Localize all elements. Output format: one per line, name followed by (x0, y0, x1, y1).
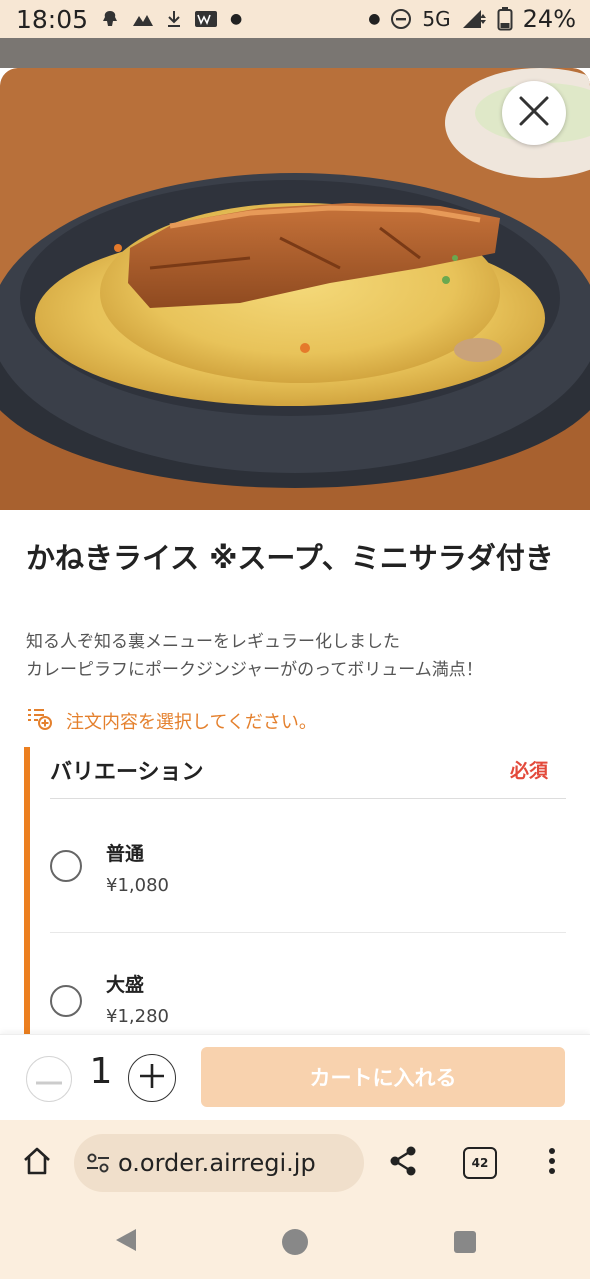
variation-option[interactable]: 普通 ¥1,080 (50, 799, 566, 933)
home-icon (22, 1146, 52, 1180)
option-radio[interactable] (50, 849, 82, 882)
status-bar: 18:05 ● ● 5G 24% (0, 0, 590, 38)
battery-percent: 24% (522, 5, 576, 33)
minus-icon (36, 1070, 62, 1089)
dot-icon: ● (368, 11, 381, 27)
download-icon (166, 10, 182, 28)
mountain-icon (132, 11, 154, 27)
tab-switcher-button[interactable]: 42 (463, 1147, 497, 1179)
selection-notice: 注文内容を選択してください。 (26, 706, 317, 735)
browser-toolbar: o.order.airregi.jp 42 (0, 1120, 590, 1210)
item-photo (0, 68, 590, 510)
address-bar[interactable]: o.order.airregi.jp (74, 1134, 364, 1192)
nav-recents-button[interactable] (454, 1231, 476, 1253)
notice-text: 注文内容を選択してください。 (66, 711, 317, 733)
modal-backdrop[interactable] (0, 38, 590, 68)
variation-header: バリエーション 必須 (50, 747, 566, 799)
quantity-decrease-button[interactable] (26, 1056, 72, 1102)
close-icon (517, 94, 551, 132)
list-add-icon (26, 706, 54, 735)
required-badge: 必須 (509, 760, 548, 782)
order-action-bar: 1 カートに入れる (0, 1034, 590, 1120)
variation-section: バリエーション 必須 普通 ¥1,080 大盛 ¥1,280 (24, 747, 566, 1047)
option-name: 大盛 (106, 974, 145, 996)
option-name: 普通 (106, 843, 145, 865)
browser-menu-button[interactable] (540, 1144, 564, 1182)
app-badge-icon (194, 9, 218, 29)
option-radio[interactable] (50, 985, 82, 1017)
url-text: o.order.airregi.jp (118, 1149, 316, 1177)
nav-home-button[interactable] (282, 1229, 308, 1255)
quantity-increase-button[interactable] (128, 1054, 176, 1102)
notification-app-icon (100, 9, 120, 29)
description-line: カレーピラフにポークジンジャーがのってボリューム満点！ (26, 660, 483, 680)
more-vert-icon (548, 1147, 556, 1179)
item-title: かねきライス ※スープ、ミニサラダ付き (26, 541, 554, 575)
quantity-value: 1 (89, 1051, 113, 1092)
add-to-cart-button[interactable]: カートに入れる (201, 1047, 565, 1107)
signal-icon (461, 8, 487, 30)
variation-title: バリエーション (50, 759, 204, 785)
back-triangle-icon (114, 1227, 138, 1257)
browser-home-button[interactable] (18, 1144, 56, 1182)
share-button[interactable] (384, 1144, 422, 1182)
close-button[interactable] (502, 81, 566, 145)
item-description: 知る人ぞ知る裏メニューをレギュラー化しました カレーピラフにポークジンジャーがの… (26, 628, 566, 684)
plus-icon (139, 1063, 165, 1093)
site-settings-icon[interactable] (84, 1149, 112, 1177)
network-type: 5G (422, 7, 451, 31)
share-icon (388, 1145, 418, 1181)
status-time: 18:05 (16, 4, 89, 34)
system-navigation-bar (0, 1210, 590, 1279)
item-detail-modal: かねきライス ※スープ、ミニサラダ付き 知る人ぞ知る裏メニューをレギュラー化しま… (0, 68, 590, 1120)
do-not-disturb-icon (390, 8, 412, 30)
battery-icon (497, 7, 513, 31)
option-price: ¥1,280 (106, 1006, 169, 1027)
nav-back-button[interactable] (112, 1228, 140, 1256)
dot-icon: ● (230, 11, 243, 27)
option-price: ¥1,080 (106, 875, 169, 896)
description-line: 知る人ぞ知る裏メニューをレギュラー化しました (26, 632, 400, 652)
